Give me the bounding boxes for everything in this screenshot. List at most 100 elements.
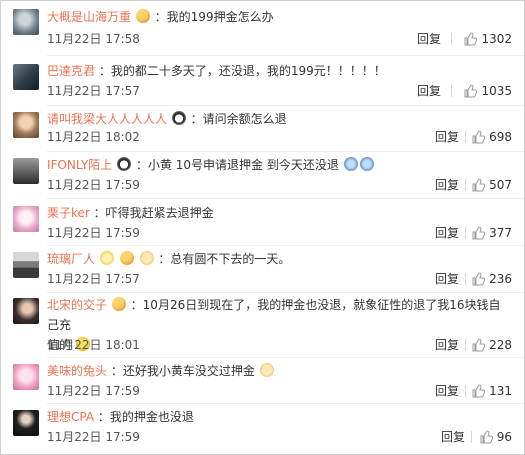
cute-face-emoji-icon bbox=[259, 363, 274, 377]
row-divider bbox=[47, 105, 524, 106]
username-link[interactable]: IFONLY陌上 bbox=[47, 158, 112, 172]
row-divider bbox=[47, 357, 524, 358]
divider bbox=[471, 431, 472, 443]
thumbs-up-icon bbox=[471, 272, 486, 286]
comment-time: 11月22日 17:59 bbox=[47, 178, 140, 192]
reply-button[interactable]: 回复 bbox=[441, 429, 465, 445]
comment-item: IFONLY陌上 ：小黄 10号申请退押金 到今天还没退 11月22日 17:5… bbox=[1, 155, 524, 199]
divider bbox=[451, 33, 452, 45]
username-link[interactable]: 大概是山海万重 bbox=[47, 10, 131, 24]
like-count: 507 bbox=[489, 178, 512, 192]
comment-time: 11月22日 17:57 bbox=[47, 272, 140, 286]
like-count: 377 bbox=[489, 226, 512, 240]
like-button[interactable]: 96 bbox=[479, 429, 512, 445]
angry-face-emoji-icon bbox=[135, 9, 150, 23]
like-button[interactable]: 236 bbox=[471, 271, 512, 287]
avatar[interactable] bbox=[13, 206, 39, 232]
comment-time: 11月22日 17:58 bbox=[47, 32, 140, 46]
avatar[interactable] bbox=[13, 158, 39, 184]
username-link[interactable]: 北宋的交子 bbox=[47, 298, 107, 312]
reply-button[interactable]: 回复 bbox=[435, 225, 459, 241]
comment-time: 11月22日 18:01 bbox=[47, 338, 140, 352]
like-count: 131 bbox=[489, 384, 512, 398]
like-count: 228 bbox=[489, 338, 512, 352]
like-button[interactable]: 507 bbox=[471, 177, 512, 193]
comment-body: ：我的都二十多天了，还没退，我的199元！！！！！ bbox=[98, 64, 386, 78]
comment-list: 大概是山海万重 ：我的199押金怎么办 11月22日 17:58 回复 1302… bbox=[0, 0, 525, 455]
avatar[interactable] bbox=[13, 252, 39, 278]
avatar[interactable] bbox=[13, 410, 39, 436]
row-divider bbox=[47, 198, 524, 199]
like-button[interactable]: 698 bbox=[471, 129, 512, 145]
divider bbox=[465, 339, 466, 351]
comment-item: 栗子ker ：吓得我赶紧去退押金 11月22日 17:59 回复 377 bbox=[1, 203, 524, 247]
comment-text: IFONLY陌上 ：小黄 10号申请退押金 到今天还没退 bbox=[47, 155, 512, 175]
like-count: 1302 bbox=[481, 32, 512, 46]
avatar[interactable] bbox=[13, 364, 39, 390]
username-link[interactable]: 琉璃厂人 bbox=[47, 252, 95, 266]
panda-face-emoji-icon bbox=[171, 111, 186, 125]
avatar[interactable] bbox=[13, 9, 39, 35]
row-divider bbox=[47, 292, 524, 293]
crying-face-emoji-icon bbox=[343, 157, 358, 171]
reply-button[interactable]: 回复 bbox=[435, 271, 459, 287]
like-count: 236 bbox=[489, 272, 512, 286]
angry-face-emoji-icon bbox=[119, 251, 134, 265]
divider bbox=[465, 131, 466, 143]
comment-body: ：我的199押金怎么办 bbox=[154, 10, 274, 24]
username-link[interactable]: 栗子ker bbox=[47, 206, 90, 220]
comment-text: 美味的兔头 ：还好我小黄车没交过押金 bbox=[47, 361, 512, 381]
thumbs-up-icon bbox=[463, 84, 478, 98]
divider bbox=[465, 227, 466, 239]
comment-time: 11月22日 17:57 bbox=[47, 84, 140, 98]
thumbs-up-icon bbox=[471, 226, 486, 240]
username-link[interactable]: 巴達克君 bbox=[47, 64, 95, 78]
divider bbox=[465, 179, 466, 191]
comment-text: 理想CPA ：我的押金也没退 bbox=[47, 407, 512, 427]
like-button[interactable]: 377 bbox=[471, 225, 512, 241]
reply-button[interactable]: 回复 bbox=[435, 129, 459, 145]
reply-button[interactable]: 回复 bbox=[417, 83, 441, 99]
reply-button[interactable]: 回复 bbox=[435, 337, 459, 353]
thumbs-up-icon bbox=[471, 338, 486, 352]
victory-emoji-icon bbox=[99, 251, 114, 265]
username-link[interactable]: 请叫我梁大人人人人人 bbox=[47, 112, 167, 126]
reply-button[interactable]: 回复 bbox=[435, 383, 459, 399]
reply-button[interactable]: 回复 bbox=[435, 177, 459, 193]
thumbs-up-icon bbox=[471, 130, 486, 144]
comment-text: 栗子ker ：吓得我赶紧去退押金 bbox=[47, 203, 512, 223]
reply-button[interactable]: 回复 bbox=[417, 31, 441, 47]
row-divider bbox=[47, 55, 524, 56]
username-link[interactable]: 理想CPA bbox=[47, 410, 94, 424]
comment-text: 琉璃厂人 ：总有圆不下去的一天。 bbox=[47, 249, 512, 269]
comment-text: 请叫我梁大人人人人人 ：请问余额怎么退 bbox=[47, 109, 512, 129]
comment-time: 11月22日 17:59 bbox=[47, 384, 140, 398]
avatar[interactable] bbox=[13, 64, 39, 90]
like-button[interactable]: 1302 bbox=[463, 31, 512, 47]
like-button[interactable]: 228 bbox=[471, 337, 512, 353]
comment-item: 琉璃厂人 ：总有圆不下去的一天。 11月22日 17:57 回复 236 bbox=[1, 249, 524, 293]
row-divider bbox=[47, 245, 524, 246]
panda-face-emoji-icon bbox=[117, 157, 132, 171]
comment-body: ：还好我小黄车没交过押金 bbox=[110, 364, 255, 378]
avatar[interactable] bbox=[13, 298, 39, 324]
comment-body: ：请问余额怎么退 bbox=[190, 112, 287, 126]
avatar[interactable] bbox=[13, 112, 39, 138]
comment-text: 大概是山海万重 ：我的199押金怎么办 bbox=[47, 7, 512, 27]
comment-body: ：总有圆不下去的一天。 bbox=[158, 252, 291, 266]
like-button[interactable]: 131 bbox=[471, 383, 512, 399]
comment-body: ：吓得我赶紧去退押金 bbox=[93, 206, 214, 220]
row-divider bbox=[47, 151, 524, 152]
comment-text: 巴達克君 ：我的都二十多天了，还没退，我的199元！！！！！ bbox=[47, 61, 512, 81]
comment-item: 美味的兔头 ：还好我小黄车没交过押金 11月22日 17:59 回复 131 bbox=[1, 361, 524, 405]
username-link[interactable]: 美味的兔头 bbox=[47, 364, 107, 378]
thumbs-up-icon bbox=[479, 430, 493, 444]
thumbs-up-icon bbox=[471, 178, 486, 192]
crying-face-emoji-icon bbox=[359, 157, 374, 171]
comment-item: 北宋的交子 ：10月26日到现在了，我的押金也没退，就象征性的退了我16块钱自己… bbox=[1, 295, 524, 357]
divider bbox=[465, 385, 466, 397]
comment-body: ：小黄 10号申请退押金 到今天还没退 bbox=[135, 158, 339, 172]
like-count: 1035 bbox=[481, 84, 512, 98]
comment-time: 11月22日 17:59 bbox=[47, 430, 140, 444]
like-button[interactable]: 1035 bbox=[463, 83, 512, 99]
